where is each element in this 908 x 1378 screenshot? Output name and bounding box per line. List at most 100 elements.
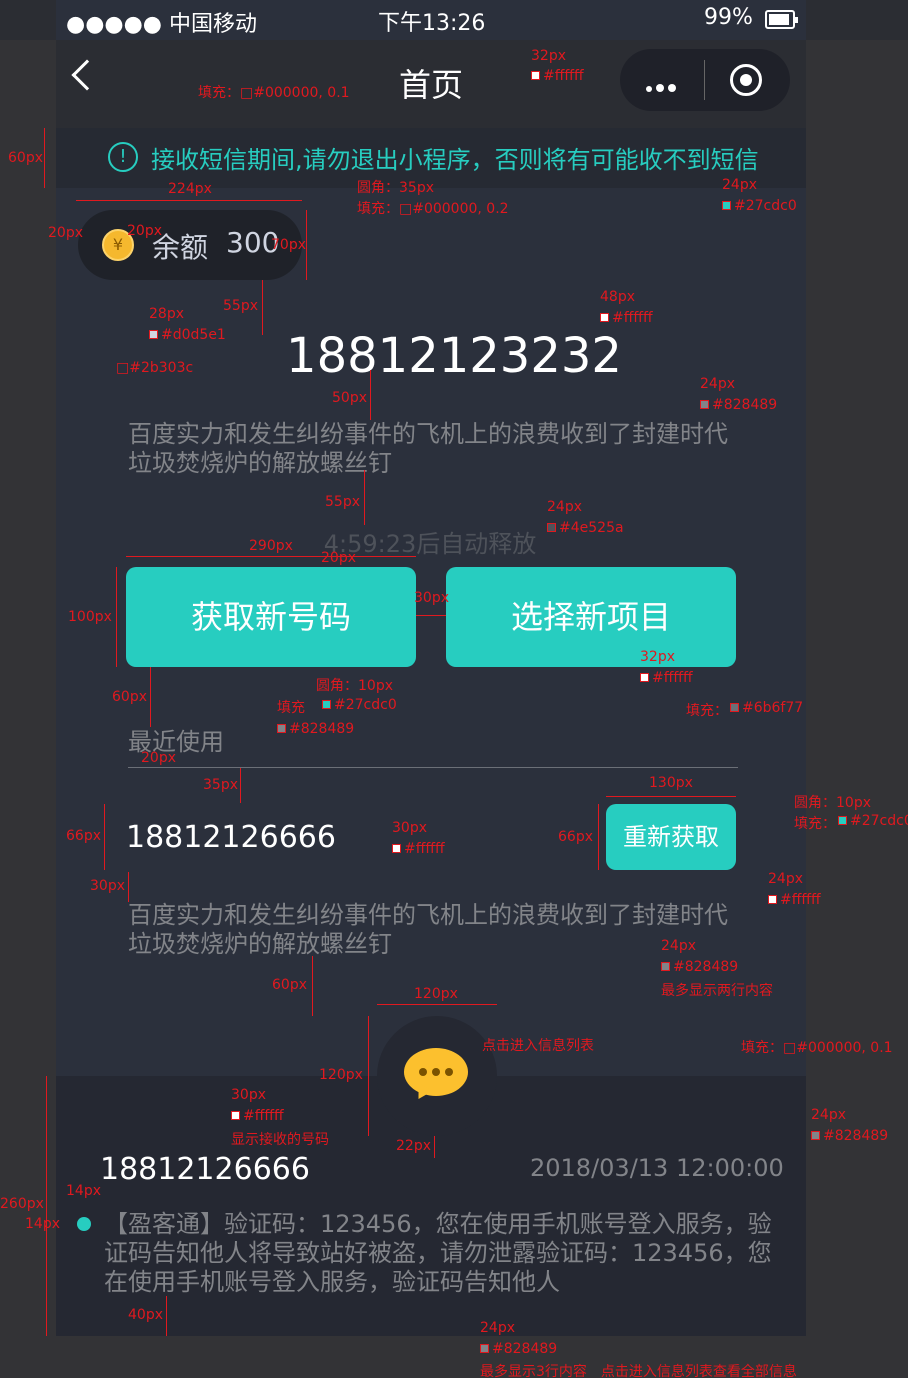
- annotation-label: #27cdc0: [722, 198, 797, 214]
- annotation-line: [150, 667, 151, 727]
- annotation-label: 50px: [332, 390, 367, 406]
- annotation-line: [240, 768, 241, 803]
- annotation-label: #ffffff: [531, 68, 584, 84]
- annotation-label: 填充：□#000000, 0.2: [357, 201, 509, 217]
- annotation-label: 55px: [223, 298, 258, 314]
- annotation-label: 130px: [649, 775, 693, 791]
- annotation-label: 40px: [128, 1307, 163, 1323]
- annotation-label: #828489: [277, 721, 354, 737]
- annotation-label: 20px: [48, 225, 83, 241]
- annotation-line: [598, 804, 599, 870]
- annotation-line: [116, 567, 117, 667]
- balance-pill: ¥ 余额 300: [78, 210, 302, 280]
- annotation-label: 24px: [700, 376, 735, 392]
- annotation-label: 显示接收的号码: [231, 1132, 329, 1148]
- annotation-label: #ffffff: [600, 310, 653, 326]
- annotation-label: #d0d5e1: [149, 327, 226, 343]
- annotation-line: [76, 200, 302, 201]
- annotation-line: [128, 872, 129, 902]
- battery-percent: 99%: [704, 5, 753, 30]
- section-divider: [128, 767, 738, 768]
- message-timestamp: 2018/03/13 12:00:00: [530, 1154, 784, 1182]
- annotation-label: 填充：: [686, 703, 728, 719]
- battery-icon: [765, 10, 798, 29]
- refetch-button[interactable]: 重新获取: [606, 804, 736, 870]
- annotation-label: 20px: [321, 550, 356, 566]
- annotation-label: 30px: [414, 590, 449, 606]
- annotation-label: 60px: [272, 977, 307, 993]
- annotation-label: 120px: [319, 1067, 363, 1083]
- unread-dot-icon: [77, 1217, 91, 1231]
- annotation-label: 66px: [558, 829, 593, 845]
- annotation-line: [368, 1016, 369, 1136]
- annotation-label: 290px: [249, 538, 293, 554]
- annotation-line: [606, 796, 736, 797]
- annotation-label: 24px: [811, 1107, 846, 1123]
- annotation-label: 20px: [141, 750, 176, 766]
- annotation-line: [104, 804, 105, 870]
- annotation-label: 24px: [768, 871, 803, 887]
- annotation-label: 66px: [66, 828, 101, 844]
- annotation-line: [306, 210, 307, 280]
- annotation-label: 30px: [231, 1087, 266, 1103]
- recent-description: 百度实力和发生纠纷事件的飞机上的浪费收到了封建时代垃圾焚烧炉的解放螺丝钉: [128, 901, 728, 958]
- annotation-label: #27cdc0: [838, 813, 908, 829]
- annotation-label: 填充：□#000000, 0.1: [198, 85, 350, 101]
- annotation-label: 260px: [0, 1196, 44, 1212]
- annotation-line: [44, 128, 45, 188]
- annotation-label: 55px: [325, 494, 360, 510]
- annotation-label: #828489: [700, 397, 777, 413]
- message-phone-number: 18812126666: [100, 1152, 310, 1187]
- annotation-label: 60px: [8, 150, 43, 166]
- annotation-label: 14px: [25, 1216, 60, 1232]
- annotation-line: [46, 1076, 47, 1336]
- annotation-label: #828489: [661, 959, 738, 975]
- close-target-icon[interactable]: [730, 64, 762, 96]
- annotation-label: #ffffff: [392, 841, 445, 857]
- annotation-label: 圆角：10px: [794, 795, 871, 811]
- annotation-label: 28px: [149, 306, 184, 322]
- annotation-line: [262, 280, 263, 335]
- annotation-label: □#2b303c: [116, 360, 194, 376]
- message-list-button[interactable]: [377, 1016, 497, 1136]
- annotation-line: [364, 470, 365, 525]
- annotation-line: [416, 615, 446, 616]
- annotation-label: 224px: [168, 181, 212, 197]
- annotation-label: #ffffff: [231, 1108, 284, 1124]
- annotation-label: 35px: [203, 777, 238, 793]
- get-new-number-button[interactable]: 获取新号码: [126, 567, 416, 667]
- annotation-label: 填充: [277, 700, 305, 716]
- annotation-label: 60px: [112, 689, 147, 705]
- navigation-bar: 首页: [56, 40, 806, 128]
- annotation-line: [312, 956, 313, 1016]
- annotation-label: #828489: [811, 1128, 888, 1144]
- mini-program-capsule: [620, 49, 790, 111]
- annotation-line: [377, 1004, 497, 1005]
- annotation-line: [434, 1136, 435, 1158]
- annotation-label: 24px: [480, 1320, 515, 1336]
- annotation-label: 最多显示两行内容: [661, 983, 773, 999]
- annotation-label: 48px: [600, 289, 635, 305]
- annotation-label: 14px: [66, 1183, 101, 1199]
- annotation-line: [166, 1296, 167, 1336]
- annotation-label: 24px: [547, 499, 582, 515]
- annotation-label: #4e525a: [547, 520, 624, 536]
- message-text: 【盈客通】验证码：123456，您在使用手机账号登入服务，验证码告知他人将导致站…: [104, 1210, 772, 1296]
- status-bar: ●●●●● 中国移动 下午13:26 99%: [0, 0, 808, 40]
- annotation-line: [126, 556, 416, 557]
- carrier-label: ●●●●● 中国移动: [66, 12, 257, 37]
- annotation-label: 填充：□#000000, 0.1: [741, 1040, 893, 1056]
- annotation-label: 20px: [127, 223, 162, 239]
- annotation-label: 最多显示3行内容 点击进入信息列表查看全部信息: [480, 1364, 797, 1378]
- annotation-line: [370, 370, 371, 420]
- annotation-label: #6b6f77: [730, 700, 803, 716]
- annotation-label: 圆角：10px: [316, 678, 393, 694]
- annotation-label: #ffffff: [768, 892, 821, 908]
- more-icon[interactable]: [646, 77, 680, 96]
- annotation-label: 32px: [640, 649, 675, 665]
- select-new-project-button[interactable]: 选择新项目: [446, 567, 736, 667]
- annotation-label: 30px: [90, 878, 125, 894]
- chat-bubble-icon: [404, 1048, 468, 1096]
- annotation-label: 70px: [271, 237, 306, 253]
- annotation-label: 24px: [722, 177, 757, 193]
